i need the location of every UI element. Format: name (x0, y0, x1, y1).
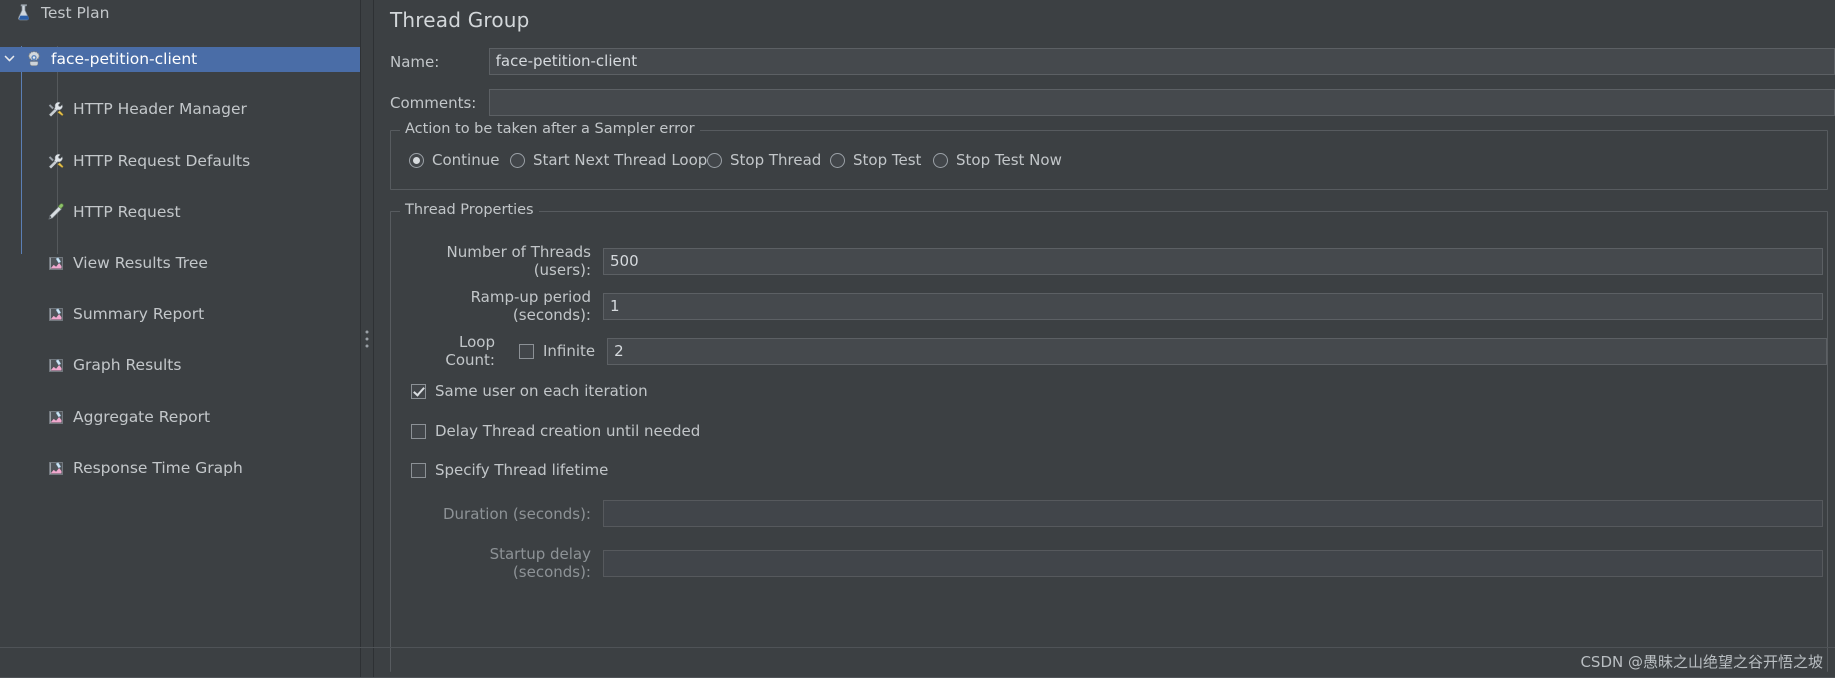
tree-item-label: face-petition-client (51, 50, 198, 69)
number-of-threads-row: Number of Threads (users): 500 (391, 243, 1827, 279)
panel-splitter[interactable] (360, 0, 374, 678)
checkbox-indicator-icon[interactable] (411, 462, 426, 478)
tree-item-thread-group[interactable]: face-petition-client (0, 46, 360, 72)
checkbox-indicator-icon[interactable] (411, 423, 426, 439)
name-row: Name: face-petition-client (374, 48, 1835, 75)
thread-group-icon (24, 49, 44, 69)
tree-item-label: Summary Report (73, 305, 205, 324)
radio-stop-test[interactable]: Stop Test (830, 151, 921, 169)
sampler-icon (46, 202, 66, 222)
csdn-watermark: CSDN @愚昧之山绝望之谷开悟之坡 (1580, 653, 1823, 671)
radio-label: Stop Test Now (956, 151, 1062, 169)
radio-stop-test-now[interactable]: Stop Test Now (933, 151, 1062, 169)
radio-stop-thread[interactable]: Stop Thread (707, 151, 821, 169)
config-element-icon (46, 99, 66, 119)
thread-group-panel: Thread Group Name: face-petition-client … (374, 0, 1835, 678)
tree-item-http-request[interactable]: HTTP Request (0, 199, 360, 225)
tree-item-response-time-graph[interactable]: Response Time Graph (0, 455, 360, 481)
same-user-each-iteration-checkbox[interactable]: Same user on each iteration (411, 382, 648, 400)
number-of-threads-label: Number of Threads (users): (446, 243, 591, 279)
tree-item-graph-results[interactable]: Graph Results (0, 353, 360, 379)
radio-indicator-icon[interactable] (409, 152, 424, 168)
tree-item-aggregate-report[interactable]: Aggregate Report (0, 404, 360, 430)
chevron-down-icon[interactable] (0, 53, 18, 66)
radio-label: Start Next Thread Loop (533, 151, 708, 169)
radio-indicator-icon[interactable] (510, 152, 525, 168)
tree-item-label: HTTP Request (73, 202, 181, 221)
startup-delay-label: Startup delay (seconds): (489, 545, 591, 581)
tree-item-http-header-manager[interactable]: HTTP Header Manager (0, 97, 360, 123)
thread-properties-legend: Thread Properties (400, 202, 539, 218)
test-plan-tree[interactable]: Test Plan face-petition-client HTTP Head… (0, 0, 360, 678)
tree-item-label: Aggregate Report (73, 407, 211, 426)
config-element-icon (46, 151, 66, 171)
specify-thread-lifetime-checkbox[interactable]: Specify Thread lifetime (411, 461, 608, 479)
listener-icon (46, 407, 66, 427)
comments-label: Comments: (390, 93, 477, 112)
startup-delay-row: Startup delay (seconds): (391, 545, 1827, 581)
infinite-label: Infinite (542, 342, 596, 360)
radio-label: Stop Thread (730, 151, 822, 169)
radio-indicator-icon[interactable] (933, 152, 948, 168)
checkbox-label: Same user on each iteration (435, 382, 648, 400)
tree-item-label: Response Time Graph (73, 458, 243, 477)
listener-icon (46, 458, 66, 478)
tree-item-test-plan[interactable]: Test Plan (0, 0, 360, 26)
listener-icon (46, 304, 66, 324)
tree-item-http-request-defaults[interactable]: HTTP Request Defaults (0, 148, 360, 174)
name-label: Name: (390, 52, 440, 71)
splitter-grip-icon[interactable] (365, 330, 369, 348)
comments-input[interactable] (488, 89, 1835, 116)
sampler-error-legend: Action to be taken after a Sampler error (400, 121, 700, 137)
tree-item-summary-report[interactable]: Summary Report (0, 301, 360, 327)
infinite-checkbox[interactable]: Infinite (518, 342, 596, 360)
comments-row: Comments: (374, 89, 1835, 116)
loop-count-input[interactable]: 2 (607, 337, 1827, 365)
number-of-threads-input[interactable]: 500 (603, 247, 1823, 275)
checkbox-label: Specify Thread lifetime (435, 461, 609, 479)
checkbox-label: Delay Thread creation until needed (435, 422, 701, 440)
checkbox-indicator-icon[interactable] (411, 383, 426, 399)
ramp-up-label: Ramp-up period (seconds): (470, 288, 591, 324)
divider-line-top (0, 647, 1835, 648)
jmeter-window: Test Plan face-petition-client HTTP Head… (0, 0, 1835, 678)
tree-item-label: Test Plan (41, 3, 110, 22)
startup-delay-input[interactable] (603, 549, 1823, 577)
tree-item-label: HTTP Header Manager (73, 100, 247, 119)
radio-continue[interactable]: Continue (409, 151, 499, 169)
radio-start-next-thread-loop[interactable]: Start Next Thread Loop (510, 151, 707, 169)
radio-label: Stop Test (853, 151, 922, 169)
duration-row: Duration (seconds): (391, 500, 1827, 527)
test-plan-icon (14, 3, 34, 23)
radio-indicator-icon[interactable] (830, 152, 845, 168)
name-input[interactable]: face-petition-client (488, 48, 1835, 75)
loop-count-label: Loop Count: (445, 333, 495, 369)
checkbox-indicator-icon[interactable] (518, 343, 534, 359)
ramp-up-row: Ramp-up period (seconds): 1 (391, 288, 1827, 324)
tree-item-view-results-tree[interactable]: View Results Tree (0, 250, 360, 276)
sampler-error-group: Action to be taken after a Sampler error… (390, 121, 1828, 190)
radio-label: Continue (432, 151, 500, 169)
loop-count-row: Loop Count: Infinite 2 (391, 333, 1827, 369)
tree-item-label: View Results Tree (73, 253, 208, 272)
radio-indicator-icon[interactable] (707, 152, 722, 168)
listener-icon (46, 253, 66, 273)
listener-icon (46, 355, 66, 375)
ramp-up-input[interactable]: 1 (603, 292, 1823, 320)
tree-item-label: Graph Results (73, 356, 182, 375)
delay-thread-creation-checkbox[interactable]: Delay Thread creation until needed (411, 422, 700, 440)
duration-label: Duration (seconds): (443, 504, 591, 523)
page-title: Thread Group (390, 8, 530, 32)
tree-item-label: HTTP Request Defaults (73, 151, 251, 170)
thread-properties-group: Thread Properties Number of Threads (use… (390, 202, 1828, 672)
duration-input[interactable] (603, 500, 1823, 527)
